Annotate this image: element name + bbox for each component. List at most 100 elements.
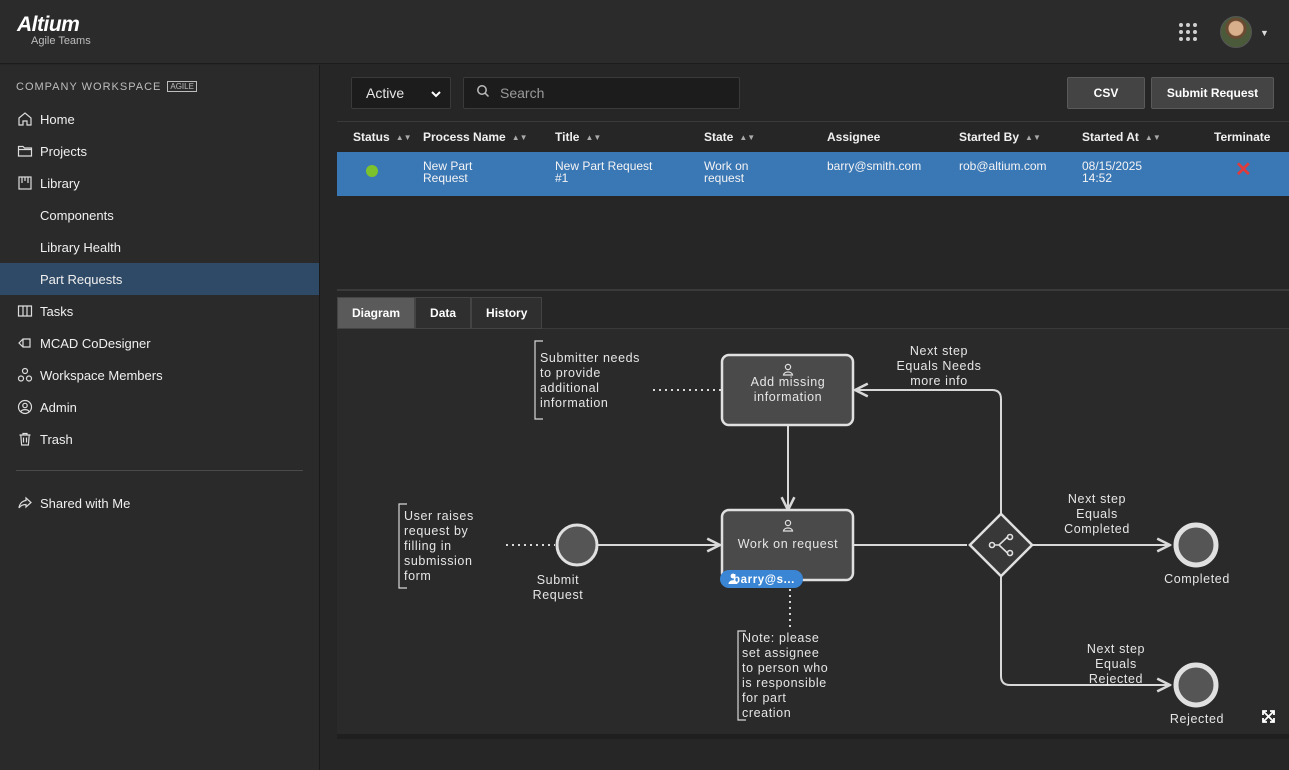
requests-table: Status ▲▼ Process Name ▲▼ Title ▲▼ State ▲▼ …	[337, 121, 1289, 196]
cell-text: Request	[423, 171, 468, 185]
sidebar-item-trash[interactable]: Trash	[0, 423, 319, 455]
share-icon	[16, 494, 34, 512]
column-header-started-at[interactable]: Started At ▲▼	[1082, 130, 1161, 144]
chevron-down-icon	[430, 87, 442, 103]
search-input[interactable]	[500, 85, 720, 101]
edge-label-needs-more-info: Next step Equals Needs more info	[896, 344, 981, 388]
process-diagram: Submitter needs to provide additional infor…	[337, 329, 1289, 734]
sort-icon: ▲▼	[1025, 132, 1041, 142]
chevron-down-icon[interactable]: ▼	[1260, 28, 1269, 38]
end-event-label-rejected: Rejected	[1170, 712, 1224, 726]
user-avatar[interactable]	[1220, 16, 1252, 48]
sort-icon: ▲▼	[739, 132, 756, 142]
submit-request-button[interactable]: Submit Request	[1151, 77, 1274, 109]
status-filter-value: Active	[366, 85, 405, 101]
sidebar-item-label: Projects	[40, 143, 87, 159]
column-label: Terminate	[1214, 130, 1271, 144]
workspace-title: COMPANY WORKSPACE AGILE	[16, 81, 197, 93]
assignee-pill-label: barry@s...	[733, 574, 795, 586]
sort-icon: ▲▼	[511, 132, 528, 142]
tasks-icon	[16, 302, 34, 320]
brand-subtitle: Agile Teams	[31, 35, 91, 47]
sidebar-item-label: Shared with Me	[40, 495, 131, 511]
table-header: Status ▲▼ Process Name ▲▼ Title ▲▼ State ▲▼ …	[337, 121, 1289, 152]
folder-icon	[16, 142, 34, 160]
admin-icon	[16, 398, 34, 416]
sidebar-item-label: MCAD CoDesigner	[40, 335, 151, 351]
search-icon	[476, 84, 490, 103]
altium-logo[interactable]: Altium Agile Teams	[17, 13, 91, 47]
task-label-add-missing: Add missing information	[751, 375, 826, 404]
cell-text: New Part Request	[555, 159, 653, 173]
annotation-submitter-needs: Submitter needs to provide additional infor…	[540, 351, 640, 410]
tab-history[interactable]: History	[471, 297, 543, 329]
sidebar-item-tasks[interactable]: Tasks	[0, 295, 319, 327]
status-indicator	[366, 165, 378, 177]
sidebar-item-home[interactable]: Home	[0, 103, 319, 135]
sidebar: COMPANY WORKSPACE AGILE Home Projects Lib…	[0, 65, 320, 770]
panel-splitter[interactable]	[337, 289, 1289, 291]
column-header-title[interactable]: Title ▲▼	[555, 130, 601, 144]
sidebar-item-label: Home	[40, 111, 75, 127]
column-header-status[interactable]: Status ▲▼	[353, 130, 412, 144]
sidebar-item-label: Trash	[40, 431, 73, 447]
apps-grid-icon[interactable]	[1179, 23, 1197, 41]
csv-button[interactable]: CSV	[1067, 77, 1145, 109]
sidebar-item-label: Tasks	[40, 303, 74, 319]
flow-lines	[598, 390, 1170, 685]
sidebar-item-mcad-codesigner[interactable]: MCAD CoDesigner	[0, 327, 319, 359]
sidebar-item-admin[interactable]: Admin	[0, 391, 319, 423]
search-field[interactable]	[463, 77, 740, 109]
sidebar-item-library[interactable]: Library	[0, 167, 319, 199]
sidebar-item-part-requests[interactable]: Part Requests	[0, 263, 319, 295]
end-event-completed[interactable]	[1173, 522, 1219, 568]
start-event-label: Submit Request	[533, 573, 584, 602]
top-bar: Altium Agile Teams ▼	[0, 0, 1289, 64]
terminate-icon[interactable]: ✕	[1235, 157, 1252, 182]
sidebar-item-label: Workspace Members	[40, 367, 163, 383]
tab-data[interactable]: Data	[415, 297, 472, 329]
fullscreen-icon[interactable]	[1262, 710, 1275, 723]
annotation-set-assignee: Note: please set assignee to person who is …	[742, 631, 828, 720]
column-header-started-by[interactable]: Started By ▲▼	[959, 130, 1041, 144]
home-icon	[16, 110, 34, 128]
sidebar-nav: Home Projects Library Components Library…	[0, 103, 319, 519]
column-label: State	[704, 130, 734, 144]
sidebar-item-components[interactable]: Components	[0, 199, 319, 231]
sidebar-item-library-health[interactable]: Library Health	[0, 231, 319, 263]
sidebar-item-workspace-members[interactable]: Workspace Members	[0, 359, 319, 391]
main-panel: Active CSV Submit Request Status ▲▼ Proce…	[320, 65, 1289, 770]
table-row[interactable]: New Part Request New Part Request #1 Work …	[337, 152, 1289, 196]
sidebar-item-shared-with-me[interactable]: Shared with Me	[0, 487, 319, 519]
column-label: Status	[353, 130, 390, 144]
mcad-icon	[16, 334, 34, 352]
start-event[interactable]	[555, 523, 599, 567]
sort-icon: ▲▼	[585, 132, 602, 142]
status-filter-select[interactable]: Active	[351, 77, 451, 109]
members-icon	[16, 366, 34, 384]
edge-label-completed: Next step Equals Completed	[1064, 492, 1130, 536]
sidebar-item-label: Library Health	[40, 239, 121, 255]
column-header-process-name[interactable]: Process Name ▲▼	[423, 130, 528, 144]
exclusive-gateway[interactable]	[968, 512, 1034, 578]
workspace-badge: AGILE	[167, 81, 197, 92]
library-icon	[16, 174, 34, 192]
sidebar-item-label: Part Requests	[40, 271, 123, 287]
cell-process-name: New Part Request	[423, 160, 472, 184]
brand-name: Altium	[17, 13, 80, 36]
trash-icon	[16, 430, 34, 448]
column-label: Process Name	[423, 130, 506, 144]
end-event-rejected[interactable]	[1173, 662, 1219, 708]
column-header-terminate: Terminate	[1214, 130, 1270, 144]
tab-diagram[interactable]: Diagram	[337, 297, 416, 329]
cell-started-at: 08/15/2025 14:52	[1082, 160, 1142, 184]
cell-text: request	[704, 171, 745, 185]
column-label: Title	[555, 130, 580, 144]
detail-tabs: Diagram Data History	[337, 297, 1289, 329]
sidebar-item-projects[interactable]: Projects	[0, 135, 319, 167]
sort-icon: ▲▼	[1144, 132, 1161, 142]
workspace-name: COMPANY WORKSPACE	[16, 81, 162, 93]
cell-state: Work on request	[704, 160, 748, 184]
column-label: Started By	[959, 130, 1020, 144]
column-header-state[interactable]: State ▲▼	[704, 130, 755, 144]
